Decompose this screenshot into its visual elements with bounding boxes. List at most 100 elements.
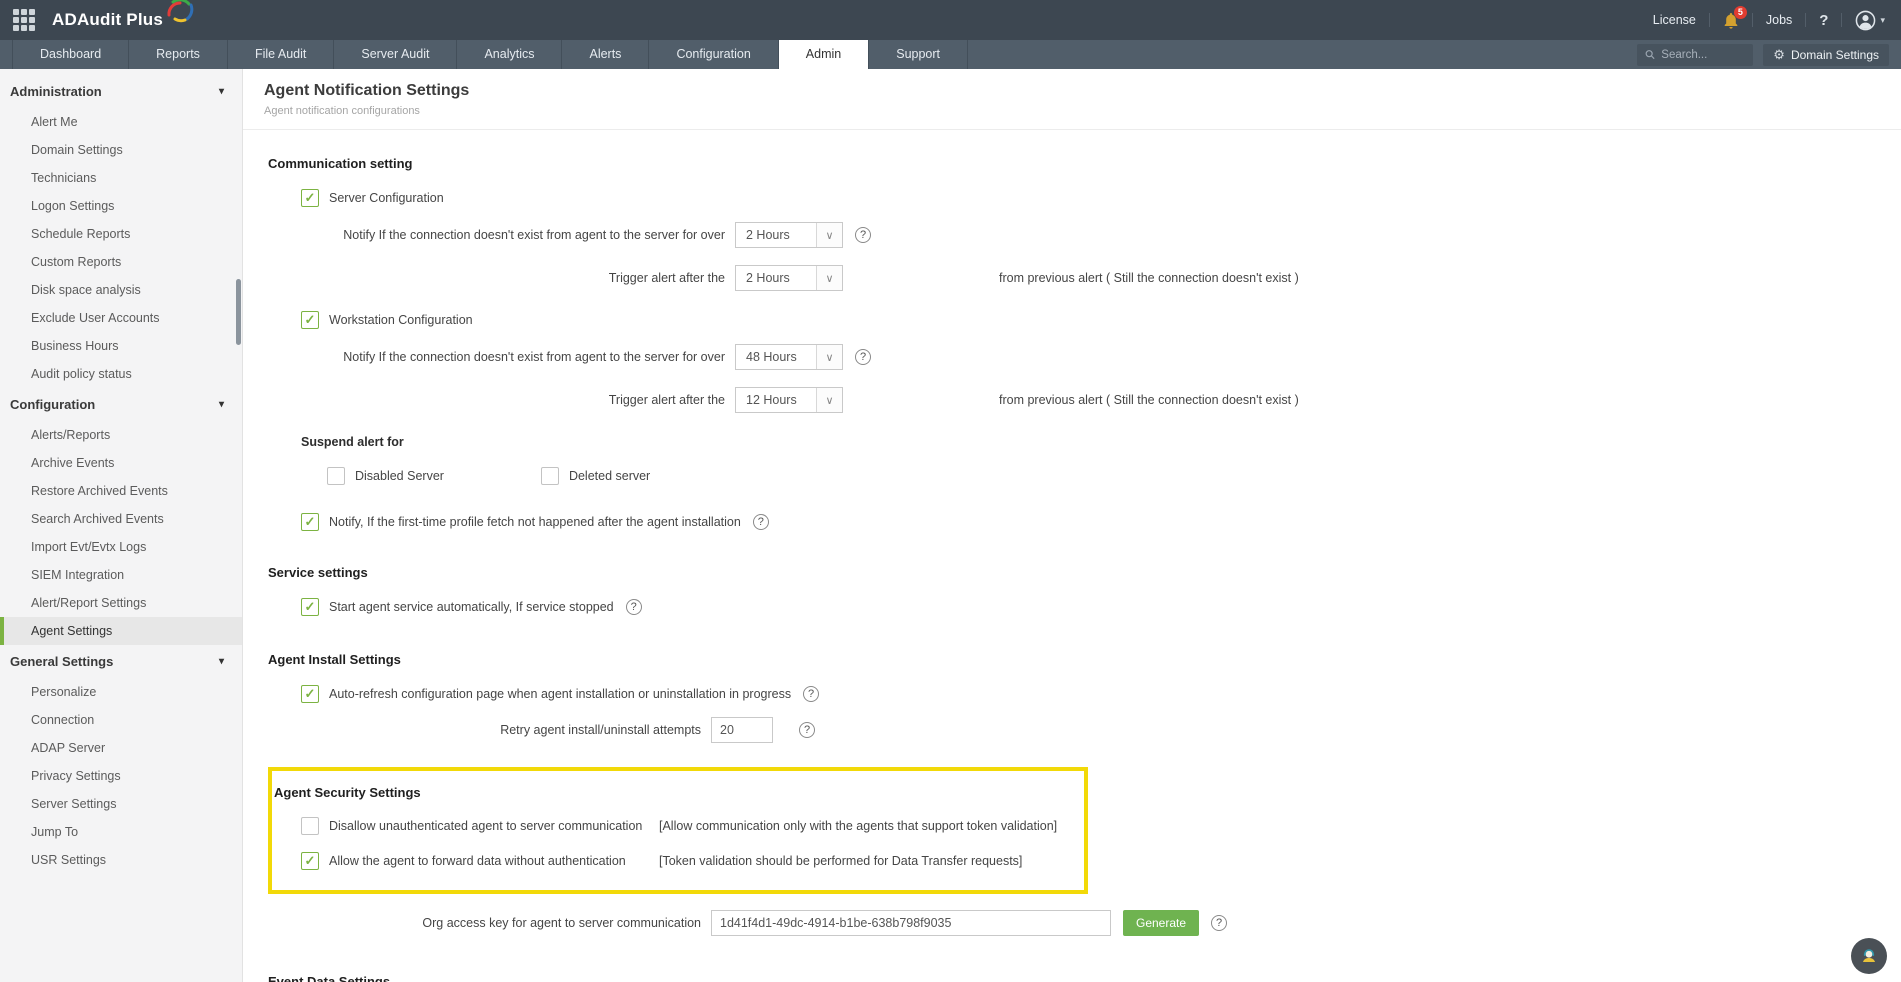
help-circle-icon[interactable]: ? bbox=[753, 514, 769, 530]
sidebar-item-import-evt-evtx-logs[interactable]: Import Evt/Evtx Logs bbox=[0, 533, 242, 561]
search-box[interactable] bbox=[1637, 44, 1753, 66]
sidebar-item-restore-archived-events[interactable]: Restore Archived Events bbox=[0, 477, 242, 505]
deleted-server-checkbox[interactable] bbox=[541, 467, 559, 485]
divider bbox=[1709, 13, 1710, 27]
page-header: Agent Notification Settings Agent notifi… bbox=[243, 69, 1901, 130]
page-title: Agent Notification Settings bbox=[264, 82, 1901, 100]
help-circle-icon[interactable]: ? bbox=[855, 227, 871, 243]
sidebar-item-search-archived-events[interactable]: Search Archived Events bbox=[0, 505, 242, 533]
workstation-notify-label: Notify If the connection doesn't exist f… bbox=[268, 350, 725, 364]
sidebar-item-alerts-reports[interactable]: Alerts/Reports bbox=[0, 421, 242, 449]
search-input[interactable] bbox=[1661, 49, 1745, 61]
user-menu[interactable]: ▾ bbox=[1855, 10, 1885, 31]
disallow-note: [Allow communication only with the agent… bbox=[659, 819, 1057, 833]
product-name: ADAudit Plus bbox=[52, 10, 163, 30]
tab-alerts[interactable]: Alerts bbox=[562, 40, 649, 69]
help-icon[interactable]: ? bbox=[1819, 12, 1828, 29]
communication-setting-heading: Communication setting bbox=[268, 156, 1901, 171]
tab-server-audit[interactable]: Server Audit bbox=[334, 40, 457, 69]
allow-note: [Token validation should be performed fo… bbox=[659, 854, 1022, 868]
workstation-notify-interval-select[interactable]: 48 Hours ∨ bbox=[735, 344, 843, 370]
settings-form: Communication setting Server Configurati… bbox=[243, 130, 1901, 982]
select-value: 2 Hours bbox=[736, 266, 816, 290]
sidebar-item-siem-integration[interactable]: SIEM Integration bbox=[0, 561, 242, 589]
sidebar-item-custom-reports[interactable]: Custom Reports bbox=[0, 248, 242, 276]
auto-refresh-label: Auto-refresh configuration page when age… bbox=[329, 687, 791, 701]
tab-analytics[interactable]: Analytics bbox=[457, 40, 562, 69]
select-value: 12 Hours bbox=[736, 388, 816, 412]
sidebar-item-archive-events[interactable]: Archive Events bbox=[0, 449, 242, 477]
brand: ADAudit Plus bbox=[12, 4, 195, 37]
first-time-profile-checkbox[interactable] bbox=[301, 513, 319, 531]
sidebar-group-configuration[interactable]: Configuration▾ bbox=[0, 388, 242, 421]
sidebar-item-logon-settings[interactable]: Logon Settings bbox=[0, 192, 242, 220]
server-configuration-checkbox[interactable] bbox=[301, 189, 319, 207]
sidebar-item-business-hours[interactable]: Business Hours bbox=[0, 332, 242, 360]
disallow-unauthenticated-checkbox[interactable] bbox=[301, 817, 319, 835]
tab-support[interactable]: Support bbox=[869, 40, 968, 69]
help-circle-icon[interactable]: ? bbox=[626, 599, 642, 615]
retry-attempts-input[interactable] bbox=[711, 717, 773, 743]
server-trigger-row: Trigger alert after the 2 Hours ∨ from p… bbox=[268, 265, 1901, 291]
sidebar-scrollbar[interactable] bbox=[236, 279, 241, 345]
allow-forward-data-checkbox[interactable] bbox=[301, 852, 319, 870]
sidebar-item-audit-policy-status[interactable]: Audit policy status bbox=[0, 360, 242, 388]
auto-refresh-checkbox[interactable] bbox=[301, 685, 319, 703]
sidebar-item-domain-settings[interactable]: Domain Settings bbox=[0, 136, 242, 164]
tab-dashboard[interactable]: Dashboard bbox=[12, 40, 129, 69]
sidebar-item-privacy-settings[interactable]: Privacy Settings bbox=[0, 762, 242, 790]
sidebar-item-jump-to[interactable]: Jump To bbox=[0, 818, 242, 846]
notification-count-badge: 5 bbox=[1734, 6, 1747, 19]
start-agent-service-checkbox[interactable] bbox=[301, 598, 319, 616]
auto-refresh-row: Auto-refresh configuration page when age… bbox=[301, 685, 1901, 703]
sidebar-item-alert-report-settings[interactable]: Alert/Report Settings bbox=[0, 589, 242, 617]
allow-forward-data-row: Allow the agent to forward data without … bbox=[301, 852, 1084, 870]
top-bar: ADAudit Plus License 5 Jobs ? bbox=[0, 0, 1901, 40]
sidebar-item-alert-me[interactable]: Alert Me bbox=[0, 108, 242, 136]
help-circle-icon[interactable]: ? bbox=[1211, 915, 1227, 931]
server-trigger-interval-select[interactable]: 2 Hours ∨ bbox=[735, 265, 843, 291]
sidebar-item-disk-space-analysis[interactable]: Disk space analysis bbox=[0, 276, 242, 304]
chat-support-button[interactable] bbox=[1851, 938, 1887, 974]
generate-button[interactable]: Generate bbox=[1123, 910, 1199, 936]
divider bbox=[1752, 13, 1753, 27]
event-data-settings-heading: Event Data Settings bbox=[268, 974, 1901, 982]
nav-right: ⚙ Domain Settings bbox=[1637, 40, 1901, 69]
server-notify-interval-select[interactable]: 2 Hours ∨ bbox=[735, 222, 843, 248]
help-circle-icon[interactable]: ? bbox=[803, 686, 819, 702]
sidebar-group-general-settings[interactable]: General Settings▾ bbox=[0, 645, 242, 678]
tab-reports[interactable]: Reports bbox=[129, 40, 228, 69]
sidebar-item-technicians[interactable]: Technicians bbox=[0, 164, 242, 192]
sidebar-item-agent-settings[interactable]: Agent Settings bbox=[0, 617, 242, 645]
workstation-trigger-interval-select[interactable]: 12 Hours ∨ bbox=[735, 387, 843, 413]
jobs-link[interactable]: Jobs bbox=[1766, 13, 1792, 27]
suspend-alert-heading: Suspend alert for bbox=[301, 435, 1901, 449]
server-configuration-row: Server Configuration bbox=[301, 189, 1901, 207]
disabled-server-checkbox[interactable] bbox=[327, 467, 345, 485]
notifications-bell-icon[interactable]: 5 bbox=[1723, 12, 1739, 29]
deleted-server-label: Deleted server bbox=[569, 469, 650, 483]
domain-settings-button[interactable]: ⚙ Domain Settings bbox=[1763, 44, 1889, 66]
app-grid-icon[interactable] bbox=[12, 8, 36, 32]
sidebar-item-connection[interactable]: Connection bbox=[0, 706, 242, 734]
help-circle-icon[interactable]: ? bbox=[799, 722, 815, 738]
sidebar-item-server-settings[interactable]: Server Settings bbox=[0, 790, 242, 818]
tab-configuration[interactable]: Configuration bbox=[649, 40, 778, 69]
sidebar-item-exclude-user-accounts[interactable]: Exclude User Accounts bbox=[0, 304, 242, 332]
main-nav: DashboardReportsFile AuditServer AuditAn… bbox=[0, 40, 1901, 69]
sidebar-item-adap-server[interactable]: ADAP Server bbox=[0, 734, 242, 762]
tab-admin[interactable]: Admin bbox=[779, 40, 869, 69]
start-agent-service-row: Start agent service automatically, If se… bbox=[301, 598, 1901, 616]
sidebar-item-usr-settings[interactable]: USR Settings bbox=[0, 846, 242, 874]
sidebar-item-schedule-reports[interactable]: Schedule Reports bbox=[0, 220, 242, 248]
license-link[interactable]: License bbox=[1653, 13, 1696, 27]
workstation-configuration-checkbox[interactable] bbox=[301, 311, 319, 329]
tab-file-audit[interactable]: File Audit bbox=[228, 40, 334, 69]
sidebar-item-personalize[interactable]: Personalize bbox=[0, 678, 242, 706]
gear-icon: ⚙ bbox=[1773, 47, 1785, 63]
help-circle-icon[interactable]: ? bbox=[855, 349, 871, 365]
sidebar-group-label: Administration bbox=[10, 84, 102, 99]
select-value: 2 Hours bbox=[736, 223, 816, 247]
org-access-key-input[interactable] bbox=[711, 910, 1111, 936]
sidebar-group-administration[interactable]: Administration▾ bbox=[0, 75, 242, 108]
